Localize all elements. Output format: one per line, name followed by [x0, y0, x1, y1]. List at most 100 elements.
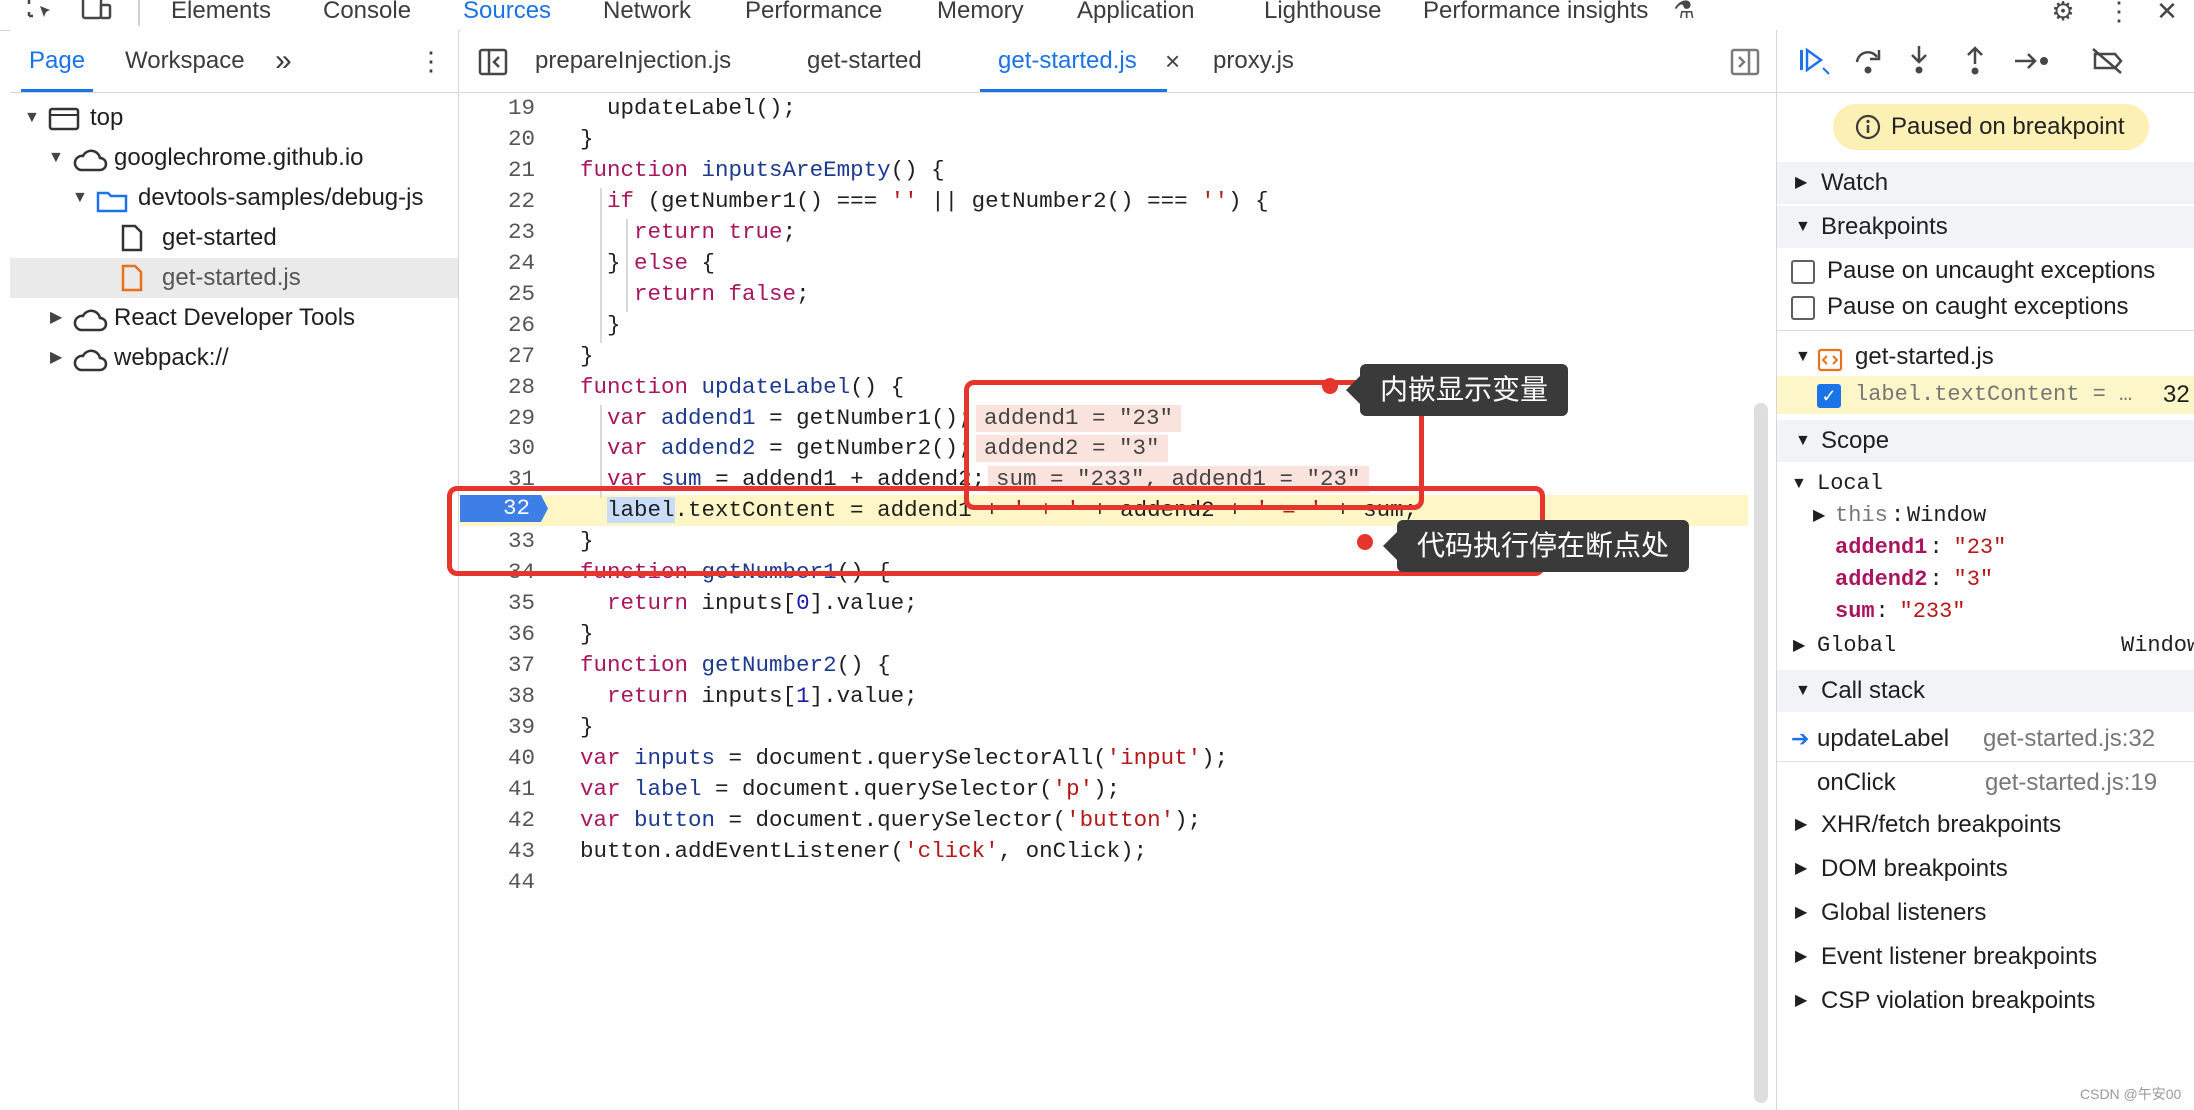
section-breakpoints[interactable]: ▼ Breakpoints — [1777, 206, 2194, 248]
line-number[interactable]: 42 — [460, 805, 535, 836]
code-line[interactable]: 21 function inputsAreEmpty() { — [460, 155, 1748, 186]
expand-triangle-icon[interactable]: ▼ — [72, 178, 88, 218]
section-event-listener-breakpoints[interactable]: ▶ Event listener breakpoints — [1777, 936, 2194, 978]
line-number[interactable]: 23 — [460, 217, 535, 248]
line-number[interactable]: 41 — [460, 774, 535, 805]
line-number[interactable]: 40 — [460, 743, 535, 774]
collapse-triangle-icon[interactable]: ▶ — [1795, 936, 1807, 978]
scope-variable[interactable]: sum: "233" — [1777, 596, 2194, 628]
tab-elements[interactable]: Elements — [171, 0, 271, 30]
tab-memory[interactable]: Memory — [937, 0, 1024, 30]
code-line[interactable]: 23 return true; — [460, 217, 1748, 248]
more-options-icon[interactable]: ⋮ — [2104, 0, 2134, 26]
line-number[interactable]: 20 — [460, 124, 535, 155]
line-number[interactable]: 19 — [460, 93, 535, 124]
code-line[interactable]: 38 return inputs[1].value; — [460, 681, 1748, 712]
section-csp-breakpoints[interactable]: ▶ CSP violation breakpoints — [1777, 980, 2194, 1022]
device-toolbar-icon[interactable] — [80, 0, 114, 28]
expand-triangle-icon[interactable]: ▼ — [1795, 206, 1811, 248]
code-line[interactable]: 42 var button = document.querySelector('b… — [460, 805, 1748, 836]
tree-item-webpack[interactable]: ▶ webpack:// — [10, 338, 458, 378]
line-number[interactable]: 27 — [460, 341, 535, 372]
code-line[interactable]: 41 var label = document.querySelector('p'… — [460, 774, 1748, 805]
collapse-triangle-icon[interactable]: ▶ — [50, 298, 62, 338]
code-line[interactable]: 36} — [460, 619, 1748, 650]
section-global-listeners[interactable]: ▶ Global listeners — [1777, 892, 2194, 934]
tab-workspace[interactable]: Workspace — [125, 30, 245, 92]
tree-item-folder[interactable]: ▼ devtools-samples/debug-js — [10, 178, 458, 218]
collapse-triangle-icon[interactable]: ▶ — [1795, 980, 1807, 1022]
editor-tab-get-started[interactable]: get-started — [807, 30, 922, 92]
code-line[interactable]: 24 } else { — [460, 248, 1748, 279]
tab-page[interactable]: Page — [20, 30, 94, 92]
code-line[interactable]: 35 return inputs[0].value; — [460, 588, 1748, 619]
tab-sources[interactable]: Sources — [463, 0, 552, 33]
scope-variable[interactable]: addend1: "23" — [1777, 532, 2194, 564]
editor-scrollbar[interactable] — [1754, 403, 1768, 1103]
code-line[interactable]: 22 if (getNumber1() === '' || getNumber2… — [460, 186, 1748, 217]
toggle-debugger-icon[interactable] — [1730, 48, 1760, 83]
line-number[interactable]: 28 — [460, 372, 535, 403]
line-number[interactable]: 36 — [460, 619, 535, 650]
tab-console[interactable]: Console — [323, 0, 411, 30]
collapse-triangle-icon[interactable]: ▶ — [1795, 848, 1807, 890]
code-line[interactable]: 19 updateLabel(); — [460, 93, 1748, 124]
editor-tab-proxy[interactable]: proxy.js — [1213, 30, 1294, 92]
close-devtools-icon[interactable]: ✕ — [2150, 0, 2184, 26]
tree-item-document[interactable]: get-started — [10, 218, 458, 258]
toggle-navigator-icon[interactable] — [478, 48, 508, 83]
code-line[interactable]: 26 } — [460, 310, 1748, 341]
step-out-icon[interactable] — [1963, 44, 1987, 83]
section-call-stack[interactable]: ▼ Call stack — [1777, 670, 2194, 712]
collapse-triangle-icon[interactable]: ▶ — [50, 338, 62, 378]
code-line[interactable]: 37 function getNumber2() { — [460, 650, 1748, 681]
deactivate-breakpoints-icon[interactable] — [2089, 46, 2125, 83]
more-tabs-chevron-icon[interactable]: » — [275, 30, 292, 92]
line-number[interactable]: 37 — [460, 650, 535, 681]
step-into-icon[interactable] — [1907, 44, 1931, 83]
call-frame[interactable]: onClick get-started.js:19 — [1777, 762, 2194, 804]
close-tab-icon[interactable]: × — [1165, 30, 1180, 92]
breakpoint-checkbox[interactable]: ✓ — [1817, 384, 1841, 408]
expand-triangle-icon[interactable]: ▼ — [48, 138, 64, 178]
scope-this[interactable]: ▶ this : Window — [1777, 500, 2194, 532]
breakpoint-entry[interactable]: ✓ label.textContent = … 32 — [1777, 376, 2194, 414]
line-number[interactable]: 39 — [460, 712, 535, 743]
line-number[interactable]: 26 — [460, 310, 535, 341]
section-xhr-breakpoints[interactable]: ▶ XHR/fetch breakpoints — [1777, 804, 2194, 846]
expand-triangle-icon[interactable]: ▼ — [1795, 338, 1811, 376]
tree-item-script-selected[interactable]: get-started.js — [10, 258, 458, 298]
tab-performance[interactable]: Performance — [745, 0, 882, 30]
line-number[interactable]: 30 — [460, 433, 535, 464]
settings-gear-icon[interactable]: ⚙ — [2046, 0, 2080, 26]
pause-uncaught-option[interactable]: Pause on uncaught exceptions — [1777, 252, 2194, 290]
step-icon[interactable] — [2013, 48, 2053, 81]
line-number[interactable]: 43 — [460, 836, 535, 867]
line-number[interactable]: 44 — [460, 867, 535, 898]
tab-network[interactable]: Network — [603, 0, 691, 30]
expand-triangle-icon[interactable]: ▼ — [1795, 420, 1811, 462]
code-line[interactable]: 39} — [460, 712, 1748, 743]
section-dom-breakpoints[interactable]: ▶ DOM breakpoints — [1777, 848, 2194, 890]
collapse-triangle-icon[interactable]: ▶ — [1813, 500, 1825, 532]
code-editor[interactable]: 19 updateLabel(); 20} 21 function inputsAre… — [460, 93, 1776, 1110]
line-number[interactable]: 24 — [460, 248, 535, 279]
code-line[interactable]: 25 return false; — [460, 279, 1748, 310]
editor-tab-get-started-js[interactable]: get-started.js — [980, 30, 1167, 92]
line-number[interactable]: 29 — [460, 403, 535, 434]
line-number[interactable]: 25 — [460, 279, 535, 310]
line-number[interactable]: 21 — [460, 155, 535, 186]
line-number[interactable]: 22 — [460, 186, 535, 217]
line-number[interactable]: 35 — [460, 588, 535, 619]
resume-icon[interactable] — [1797, 46, 1831, 83]
collapse-triangle-icon[interactable]: ▶ — [1795, 892, 1807, 934]
breakpoint-file-group[interactable]: ▼ get-started.js — [1777, 338, 2194, 376]
collapse-triangle-icon[interactable]: ▶ — [1795, 162, 1807, 204]
tab-lighthouse[interactable]: Lighthouse — [1264, 0, 1381, 30]
code-line[interactable]: 40 var inputs = document.querySelectorAll… — [460, 743, 1748, 774]
pause-uncaught-checkbox[interactable] — [1791, 260, 1815, 284]
code-line[interactable]: 44 — [460, 867, 1748, 898]
scope-local[interactable]: ▼ Local — [1777, 468, 2194, 500]
collapse-triangle-icon[interactable]: ▶ — [1795, 804, 1807, 846]
scope-variable[interactable]: addend2: "3" — [1777, 564, 2194, 596]
